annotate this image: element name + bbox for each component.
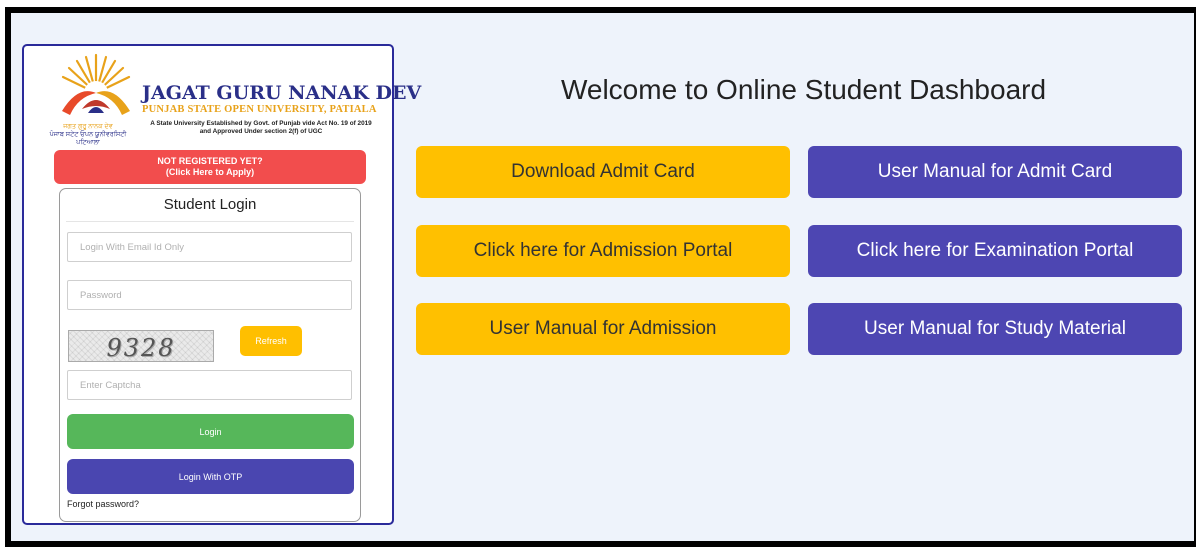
login-panel: JAGAT GURU NANAK DEV PUNJAB STATE OPEN U… [22, 44, 421, 525]
welcome-heading: Welcome to Online Student Dashboard [560, 74, 1047, 105]
punjabi-line-3: ਪਟਿਆਲਾ [76, 139, 100, 147]
university-establishment-note: A State University Established by Govt. … [146, 120, 376, 136]
register-line-1: NOT REGISTERED YET? [157, 156, 263, 167]
captcha-refresh-button[interactable]: Refresh [240, 326, 302, 356]
password-input[interactable] [67, 280, 352, 310]
dashboard-page: JAGAT GURU NANAK DEV PUNJAB STATE OPEN U… [11, 13, 1194, 541]
university-name: JAGAT GURU NANAK DEV [142, 82, 422, 104]
not-registered-apply-button[interactable]: NOT REGISTERED YET? (Click Here to Apply… [54, 150, 366, 184]
establishment-line-1: A State University Established by Govt. … [150, 120, 372, 127]
punjabi-line-1: ਜਗਤ ਗੁਰੂ ਨਾਨਕ ਦੇਵ [63, 123, 113, 130]
login-title: Student Login [163, 196, 257, 213]
login-divider [66, 221, 354, 222]
establishment-line-2: and Approved Under section 2(f) of UGC [199, 128, 323, 135]
download-admit-card-button[interactable]: Download Admit Card [416, 146, 790, 198]
screenshot-frame: JAGAT GURU NANAK DEV PUNJAB STATE OPEN U… [5, 7, 1196, 547]
university-logo-area: JAGAT GURU NANAK DEV PUNJAB STATE OPEN U… [43, 51, 421, 151]
examination-portal-button[interactable]: Click here for Examination Portal [808, 225, 1182, 277]
captcha-text: 9328 [106, 334, 176, 362]
captcha-image: 9328 [68, 330, 214, 362]
login-with-otp-button[interactable]: Login With OTP [67, 459, 354, 494]
register-line-2: (Click Here to Apply) [165, 167, 255, 177]
user-manual-admit-card-button[interactable]: User Manual for Admit Card [808, 146, 1182, 198]
user-manual-admission-button[interactable]: User Manual for Admission [416, 303, 790, 355]
university-emblem-icon [61, 53, 131, 115]
forgot-password-link[interactable]: Forgot password? [67, 499, 139, 509]
university-subtitle: PUNJAB STATE OPEN UNIVERSITY, PATIALA [142, 104, 377, 115]
university-name-punjabi: ਜਗਤ ਗੁਰੂ ਨਾਨਕ ਦੇਵ ਪੰਜਾਬ ਸਟੇਟ ਓਪਨ ਯੂਨੀਵਰਸ… [43, 123, 133, 147]
email-input[interactable] [67, 232, 352, 262]
admission-portal-button[interactable]: Click here for Admission Portal [416, 225, 790, 277]
login-button[interactable]: Login [67, 414, 354, 449]
student-login-box: Student Login 9328 Refresh Login Login W… [59, 188, 361, 522]
captcha-input[interactable] [67, 370, 352, 400]
user-manual-study-material-button[interactable]: User Manual for Study Material [808, 303, 1182, 355]
